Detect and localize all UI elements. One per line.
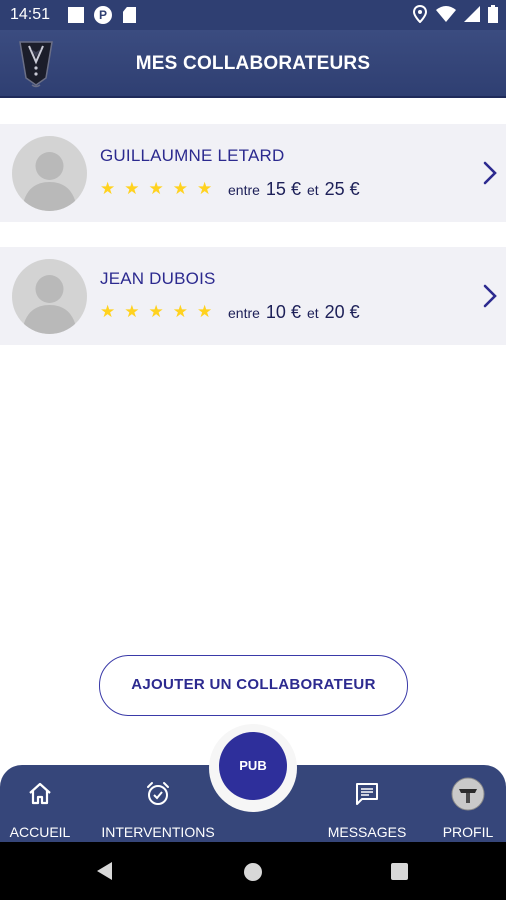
pub-button[interactable]: PUB [219,732,287,800]
home-circle-icon[interactable] [244,863,262,881]
nav-item-accueil[interactable]: ACCUEIL [5,765,75,842]
recent-apps-icon[interactable] [391,863,408,880]
between-label: entre [228,182,260,198]
app-header: MES COLLABORATEURS [0,30,506,98]
star-icon: ★ [124,179,140,198]
default-avatar-icon [22,152,77,211]
nav-item-messages[interactable]: MESSAGES [326,765,408,842]
collaborator-card[interactable]: JEAN DUBOIS ★ ★ ★ ★ ★ entre 10 € et 20 € [0,247,506,345]
nav-item-profil[interactable]: PROFIL [440,765,496,842]
wifi-icon [436,6,456,22]
and-label: et [306,305,319,321]
max-price: 20 € [324,302,360,322]
star-rating: ★ ★ ★ ★ ★ [100,302,212,322]
notification-square-icon [68,7,84,23]
nav-label: MESSAGES [327,824,407,840]
profile-avatar-icon [451,777,485,811]
min-price: 10 € [265,302,301,322]
back-icon[interactable] [97,862,112,880]
status-icons [412,5,498,23]
price-range: entre 10 € et 20 € [228,302,360,323]
location-icon [412,5,428,23]
p-notification-icon: P [94,6,112,24]
star-icon: ★ [148,179,164,198]
star-icon: ★ [172,302,188,321]
alarm-clock-icon [147,782,169,805]
battery-icon [488,5,498,23]
star-icon: ★ [197,179,213,198]
system-nav-bar [0,842,506,900]
price-range: entre 15 € et 25 € [228,179,360,200]
collaborator-name: GUILLAUMNE LETARD [100,146,285,165]
star-icon: ★ [100,179,116,198]
nav-item-interventions[interactable]: INTERVENTIONS [98,765,218,842]
page-title: MES COLLABORATEURS [135,53,371,74]
chevron-right-icon[interactable] [480,160,500,186]
min-price: 15 € [265,179,301,199]
star-icon: ★ [100,302,116,321]
avatar [12,259,87,334]
collaborator-card[interactable]: GUILLAUMNE LETARD ★ ★ ★ ★ ★ entre 15 € e… [0,124,506,222]
star-icon: ★ [197,302,213,321]
and-label: et [306,182,319,198]
star-rating: ★ ★ ★ ★ ★ [100,179,212,199]
add-collaborator-button[interactable]: AJOUTER UN COLLABORATEUR [99,655,408,716]
star-icon: ★ [172,179,188,198]
home-icon [29,782,51,805]
nav-label: ACCUEIL [9,824,71,840]
star-icon: ★ [148,302,164,321]
nav-label: INTERVENTIONS [101,824,215,840]
star-icon: ★ [124,302,140,321]
collaborator-name: JEAN DUBOIS [100,269,216,288]
avatar [12,136,87,211]
status-time: 14:51 [10,6,51,23]
nav-label: PROFIL [442,824,494,840]
between-label: entre [228,305,260,321]
message-icon [356,783,378,805]
max-price: 25 € [324,179,360,199]
signal-icon [464,6,480,22]
chevron-right-icon[interactable] [480,283,500,309]
sim-card-icon [123,7,136,23]
status-bar: 14:51 P [0,0,506,30]
default-avatar-icon [22,275,77,334]
